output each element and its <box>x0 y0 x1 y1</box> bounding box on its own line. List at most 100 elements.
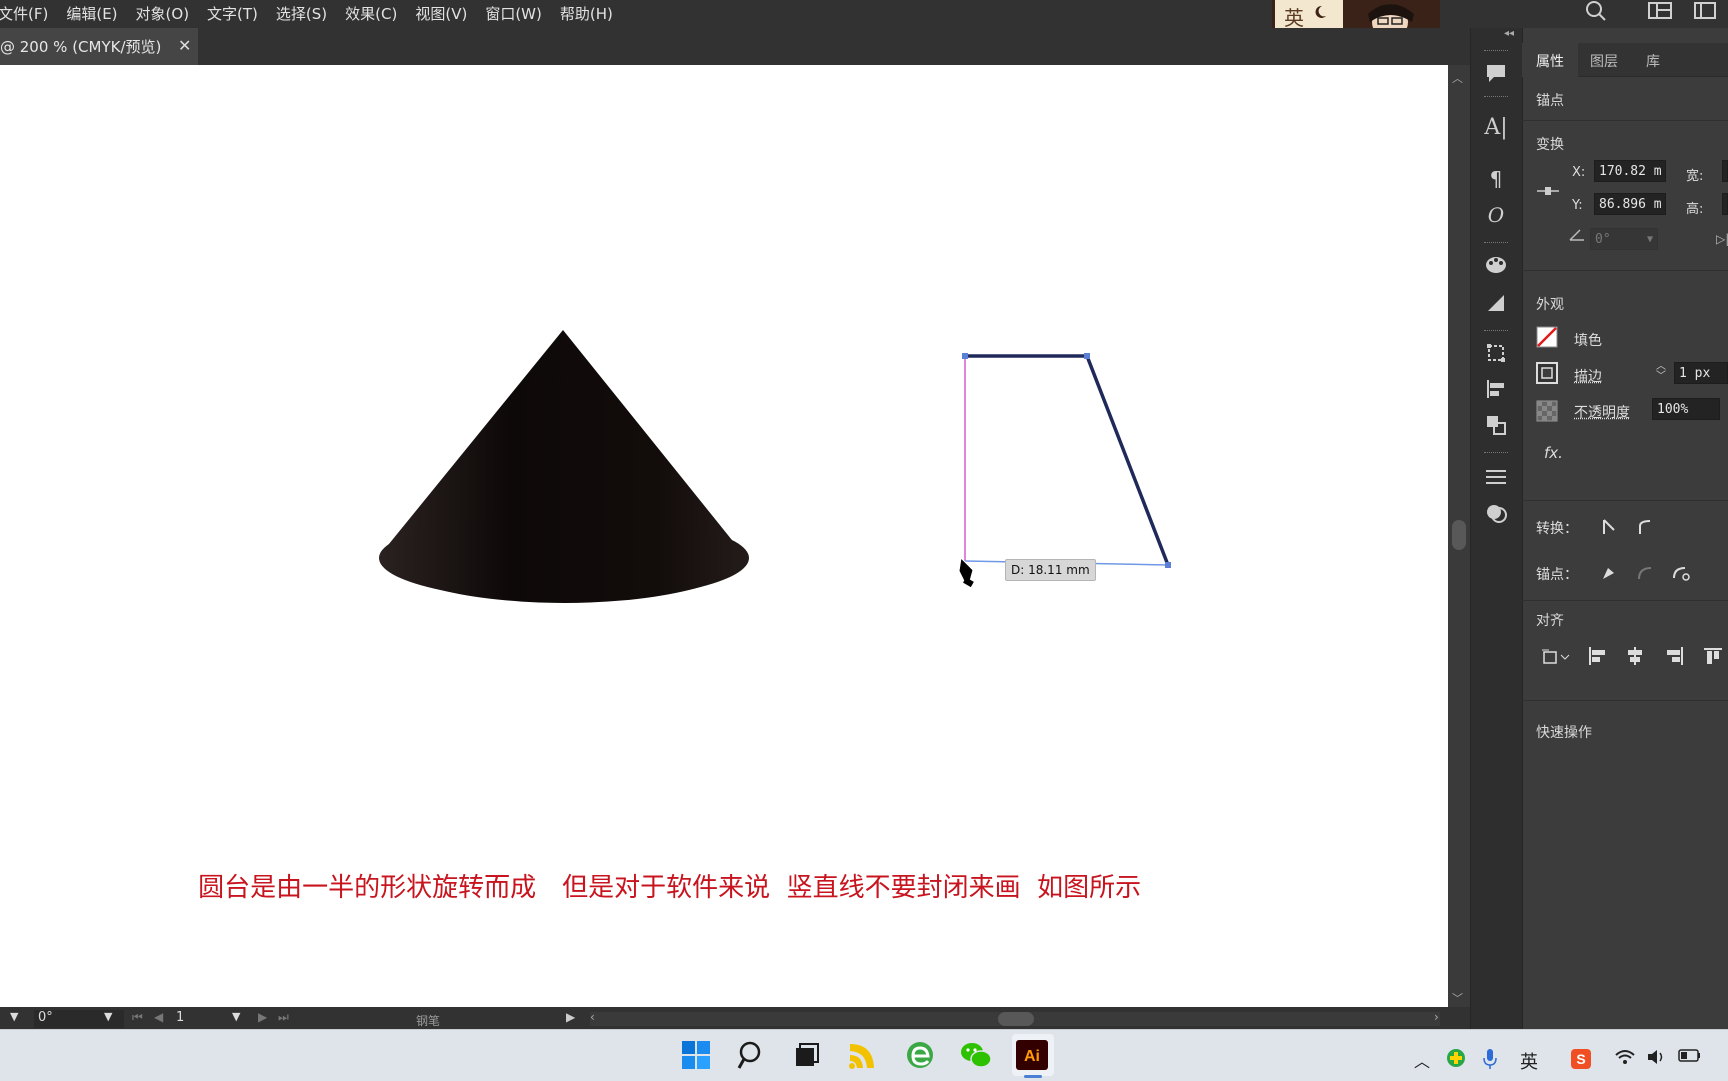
frustum-path[interactable] <box>962 353 1171 568</box>
opacity-label[interactable]: 不透明度 <box>1574 402 1630 422</box>
horizontal-scrollbar[interactable] <box>590 1012 1440 1026</box>
pen-anchor-icon[interactable] <box>1598 562 1620 584</box>
panel-grip[interactable] <box>1484 242 1508 246</box>
fill-none-swatch[interactable] <box>1536 326 1558 348</box>
align-center-icon[interactable] <box>1624 645 1646 667</box>
menu-type[interactable]: 文字(T) <box>207 6 258 22</box>
opacity-swatch[interactable] <box>1536 400 1558 422</box>
next-artboard-icon[interactable]: ▶ <box>258 1010 267 1024</box>
chevron-down-icon[interactable]: ▼ <box>10 1010 18 1023</box>
scroll-left-icon[interactable]: ‹ <box>590 1010 595 1024</box>
tab-libraries[interactable]: 库 <box>1646 51 1660 71</box>
tray-overflow-icon[interactable]: ︿ <box>1414 1048 1430 1072</box>
align-left-icon[interactable] <box>1586 645 1608 667</box>
menu-file[interactable]: 文件(F) <box>0 6 48 22</box>
menu-object[interactable]: 对象(O) <box>136 6 190 22</box>
panel-grip[interactable] <box>1484 452 1508 456</box>
menu-window[interactable]: 窗口(W) <box>485 6 542 22</box>
comments-icon[interactable] <box>1483 60 1509 86</box>
task-view-icon[interactable] <box>789 1038 823 1072</box>
edge-browser-icon[interactable] <box>903 1038 937 1072</box>
search-icon[interactable] <box>1584 0 1608 22</box>
document-tab[interactable]: @ 200 % (CMYK/预览) ✕ <box>0 28 198 65</box>
align-to-selection-icon[interactable] <box>1540 645 1572 667</box>
scroll-down-icon[interactable]: ﹀ <box>1452 990 1463 1006</box>
menu-effect[interactable]: 效果(C) <box>345 6 397 22</box>
menu-help[interactable]: 帮助(H) <box>560 6 613 22</box>
windows-start-icon[interactable] <box>679 1038 713 1072</box>
scroll-up-icon[interactable]: ︿ <box>1452 70 1463 86</box>
character-icon[interactable]: A| <box>1483 114 1509 140</box>
y-input[interactable]: 86.896 m <box>1594 193 1666 215</box>
tab-properties[interactable]: 属性 <box>1536 51 1564 71</box>
wifi-icon[interactable] <box>1614 1048 1636 1070</box>
align-icon[interactable] <box>1483 376 1509 402</box>
battery-icon[interactable] <box>1678 1048 1702 1068</box>
stroke-label[interactable]: 描边 <box>1574 366 1602 386</box>
tray-app-icon[interactable] <box>1446 1048 1466 1072</box>
cut-path-icon[interactable] <box>1670 562 1692 584</box>
stroke-stepper-icon[interactable]: ︿ ﹀ <box>1656 362 1666 382</box>
stroke-swatch[interactable] <box>1536 362 1558 384</box>
search-icon[interactable] <box>735 1038 769 1072</box>
menu-select[interactable]: 选择(S) <box>276 6 327 22</box>
collapse-panels-icon[interactable]: ◂◂ <box>1504 28 1514 39</box>
sogou-icon[interactable]: S <box>1570 1048 1592 1074</box>
menu-edit[interactable]: 编辑(E) <box>66 6 117 22</box>
panel-toggle-icon[interactable] <box>1694 2 1716 20</box>
stroke-icon[interactable] <box>1483 464 1509 490</box>
opacity-input[interactable]: 100% <box>1652 398 1720 420</box>
ime-language-indicator[interactable]: 英 <box>1284 2 1304 31</box>
volume-icon[interactable] <box>1646 1048 1668 1070</box>
gradient-icon[interactable] <box>1483 290 1509 316</box>
last-artboard-icon[interactable]: ⏭ <box>278 1010 289 1025</box>
illustrator-icon[interactable]: Ai <box>1015 1038 1049 1072</box>
menu-view[interactable]: 视图(V) <box>415 6 467 22</box>
scroll-right-icon[interactable]: › <box>1434 1010 1439 1024</box>
angle-input[interactable]: 0° ▼ <box>1590 228 1658 250</box>
reference-point-icon[interactable] <box>1536 184 1560 198</box>
workspace-layout-icon[interactable] <box>1648 2 1672 20</box>
opentype-icon[interactable]: O <box>1483 202 1509 228</box>
anchor-action-label: 锚点： <box>1536 567 1578 583</box>
close-icon[interactable]: ✕ <box>178 36 191 55</box>
first-artboard-icon[interactable]: ⏮ <box>132 1010 143 1025</box>
convert-label: 转换： <box>1536 521 1578 537</box>
microphone-icon[interactable] <box>1482 1048 1498 1074</box>
pathfinder-icon[interactable] <box>1483 412 1509 438</box>
artboard-canvas[interactable]: D: 18.11 mm 圆台是由一半的形状旋转而成 但是对于软件来说 竖直线不要… <box>0 65 1448 1007</box>
stroke-weight-value: 1 px <box>1679 365 1711 381</box>
width-input[interactable] <box>1722 160 1728 182</box>
tab-layers[interactable]: 图层 <box>1590 51 1618 71</box>
prev-artboard-icon[interactable]: ◀ <box>154 1010 163 1024</box>
status-menu-icon[interactable]: ▶ <box>566 1010 575 1024</box>
horizontal-scroll-thumb[interactable] <box>998 1012 1034 1026</box>
align-right-icon[interactable] <box>1664 645 1686 667</box>
transform-icon[interactable] <box>1483 340 1509 366</box>
color-palette-icon[interactable] <box>1483 252 1509 278</box>
panel-grip[interactable] <box>1484 96 1508 100</box>
convert-smooth-icon[interactable] <box>1634 516 1656 538</box>
cone-shape[interactable] <box>379 330 749 603</box>
stroke-weight-input[interactable]: 1 px <box>1674 362 1728 384</box>
rss-reader-icon[interactable] <box>845 1038 879 1072</box>
remove-anchor-icon[interactable] <box>1634 562 1656 584</box>
align-top-icon[interactable] <box>1702 645 1724 667</box>
chevron-down-icon[interactable]: ▼ <box>232 1010 240 1023</box>
chevron-down-icon[interactable]: ▼ <box>104 1010 112 1023</box>
panel-grip[interactable] <box>1484 330 1508 334</box>
flip-icon[interactable]: ▷| <box>1716 232 1728 246</box>
convert-corner-icon[interactable] <box>1598 516 1620 538</box>
fx-button[interactable]: fx. <box>1544 444 1563 462</box>
anchor-point <box>1084 353 1090 359</box>
wechat-icon[interactable] <box>959 1038 993 1072</box>
subtitle-caption: 圆台是由一半的形状旋转而成 但是对于软件来说 竖直线不要封闭来画 如图所示 <box>165 837 1141 934</box>
height-input[interactable] <box>1722 193 1728 215</box>
paragraph-icon[interactable]: ¶ <box>1483 166 1509 192</box>
panel-grip[interactable] <box>1484 50 1508 54</box>
divider <box>1522 270 1728 271</box>
vertical-scroll-thumb[interactable] <box>1452 520 1466 550</box>
appearance-icon[interactable] <box>1483 500 1509 526</box>
x-input[interactable]: 170.82 m <box>1594 160 1666 182</box>
ime-tray-icon[interactable]: 英 <box>1520 1048 1538 1074</box>
